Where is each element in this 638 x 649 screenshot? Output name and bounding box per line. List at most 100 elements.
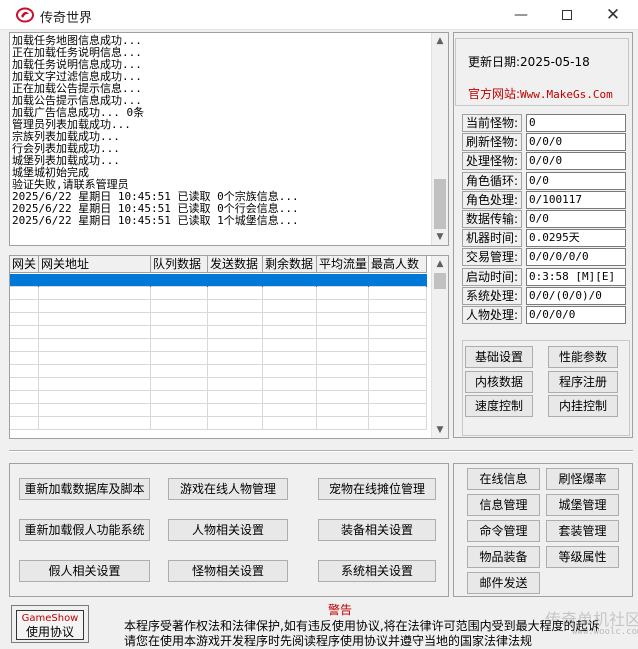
info-mgmt-button[interactable]: 信息管理 [467, 494, 540, 516]
table-row[interactable] [10, 326, 427, 339]
log-textarea[interactable]: 加载任务地图信息成功... 正在加载任务说明信息... 加载任务说明信息成功... 加… [9, 32, 449, 246]
table-row[interactable] [10, 300, 427, 313]
table-cell [39, 352, 151, 365]
grid-column-header[interactable]: 网关地址 [39, 256, 151, 273]
title-bar: 传奇世界 — ✕ [0, 0, 638, 30]
table-cell [10, 352, 39, 365]
log-scrollbar[interactable]: ▲ ▼ [431, 33, 448, 245]
table-row[interactable] [10, 287, 427, 300]
character-settings-button[interactable]: 人物相关设置 [168, 519, 288, 541]
table-row[interactable] [10, 365, 427, 378]
table-cell [39, 313, 151, 326]
table-row[interactable] [10, 417, 427, 430]
table-cell [39, 365, 151, 378]
speed-control-button[interactable]: 速度控制 [465, 395, 533, 417]
table-row[interactable] [10, 378, 427, 391]
table-cell [208, 378, 263, 391]
table-cell [39, 274, 151, 287]
gateway-grid[interactable]: 网关 网关地址 队列数据 发送数据 剩余数据 平均流量 最高人数 ▲ ▼ [9, 255, 449, 439]
mail-send-button[interactable]: 邮件发送 [467, 572, 540, 594]
table-cell [369, 300, 427, 313]
table-cell [39, 417, 151, 430]
anti-cheat-button[interactable]: 内挂控制 [548, 395, 618, 417]
table-cell [317, 378, 369, 391]
table-cell [151, 339, 208, 352]
stat-label: 角色循环: [462, 171, 522, 190]
bot-settings-button[interactable]: 假人相关设置 [19, 560, 150, 582]
monster-settings-button[interactable]: 怪物相关设置 [168, 560, 288, 582]
system-settings-button[interactable]: 系统相关设置 [318, 560, 436, 582]
reload-bots-button[interactable]: 重新加载假人功能系统 [19, 519, 150, 541]
table-cell [10, 326, 39, 339]
table-cell [10, 391, 39, 404]
kernel-data-button[interactable]: 内核数据 [465, 371, 533, 393]
table-row[interactable] [10, 339, 427, 352]
stat-label: 当前怪物: [462, 114, 522, 132]
table-cell [369, 404, 427, 417]
stat-row: 刷新怪物: 0/0/0 [462, 133, 630, 152]
table-row[interactable] [10, 404, 427, 417]
log-line: 2025/6/22 星期日 10:45:51 已读取 1个城堡信息... [12, 214, 299, 227]
table-row[interactable] [10, 313, 427, 326]
grid-column-header[interactable]: 最高人数 [369, 256, 427, 273]
table-cell [317, 339, 369, 352]
stat-row: 数据传输: 0/0 [462, 210, 630, 228]
program-register-button[interactable]: 程序注册 [548, 371, 618, 393]
stat-row: 当前怪物: 0 [462, 114, 630, 132]
reload-db-button[interactable]: 重新加载数据库及脚本 [19, 478, 150, 500]
warning-title: 警告 [328, 603, 353, 617]
grid-column-header[interactable]: 平均流量 [317, 256, 369, 273]
pet-stalls-button[interactable]: 宠物在线摊位管理 [318, 478, 436, 500]
table-cell [10, 378, 39, 391]
basic-settings-button[interactable]: 基础设置 [465, 346, 533, 368]
stat-row: 机器时间: 0.0295天 [462, 229, 630, 248]
table-cell [208, 274, 263, 287]
grid-column-header[interactable]: 剩余数据 [263, 256, 317, 273]
table-cell [208, 339, 263, 352]
command-mgmt-button[interactable]: 命令管理 [467, 520, 540, 542]
table-row[interactable] [10, 352, 427, 365]
grid-column-header[interactable]: 网关 [10, 256, 39, 273]
table-cell [39, 339, 151, 352]
table-cell [208, 313, 263, 326]
grid-column-header[interactable]: 发送数据 [208, 256, 263, 273]
table-cell [317, 352, 369, 365]
table-row[interactable] [10, 274, 427, 287]
online-info-button[interactable]: 在线信息 [467, 468, 540, 490]
scroll-up-icon[interactable]: ▲ [432, 33, 448, 49]
maximize-button[interactable] [544, 0, 590, 30]
table-cell [151, 417, 208, 430]
minimize-button[interactable]: — [498, 0, 544, 30]
agreement-brand: GameShow [21, 613, 79, 624]
table-cell [151, 404, 208, 417]
perf-params-button[interactable]: 性能参数 [548, 346, 618, 368]
table-cell [317, 391, 369, 404]
table-cell [263, 352, 317, 365]
table-cell [263, 300, 317, 313]
grid-column-header[interactable]: 队列数据 [151, 256, 208, 273]
equipment-settings-button[interactable]: 装备相关设置 [318, 519, 436, 541]
castle-mgmt-button[interactable]: 城堡管理 [546, 494, 619, 516]
stat-label: 机器时间: [462, 229, 522, 248]
log-lines: 加载任务地图信息成功... 正在加载任务说明信息... 加载任务说明信息成功... 加… [12, 35, 432, 227]
update-date: 更新日期:2025-05-18 [468, 55, 590, 69]
online-players-button[interactable]: 游戏在线人物管理 [168, 478, 288, 500]
table-cell [39, 300, 151, 313]
grid-scroll-thumb[interactable] [434, 273, 446, 289]
table-row[interactable] [10, 391, 427, 404]
scroll-down-icon[interactable]: ▼ [432, 229, 448, 245]
close-button[interactable]: ✕ [590, 0, 636, 30]
scroll-down-icon[interactable]: ▼ [432, 422, 448, 438]
item-equip-button[interactable]: 物品装备 [467, 546, 540, 568]
stat-value: 0/0/0/0 [526, 306, 626, 324]
drop-rate-button[interactable]: 刷怪爆率 [546, 468, 619, 490]
table-cell [10, 404, 39, 417]
agreement-button[interactable]: GameShow 使用协议 [16, 610, 84, 640]
grid-scrollbar[interactable]: ▲ ▼ [431, 256, 448, 438]
stat-row: 处理怪物: 0/0/0 [462, 152, 630, 171]
log-scroll-thumb[interactable] [434, 179, 446, 229]
scroll-up-icon[interactable]: ▲ [432, 256, 448, 272]
stat-row: 人物处理: 0/0/0/0 [462, 306, 630, 324]
set-mgmt-button[interactable]: 套装管理 [546, 520, 619, 542]
level-attr-button[interactable]: 等级属性 [546, 546, 619, 568]
